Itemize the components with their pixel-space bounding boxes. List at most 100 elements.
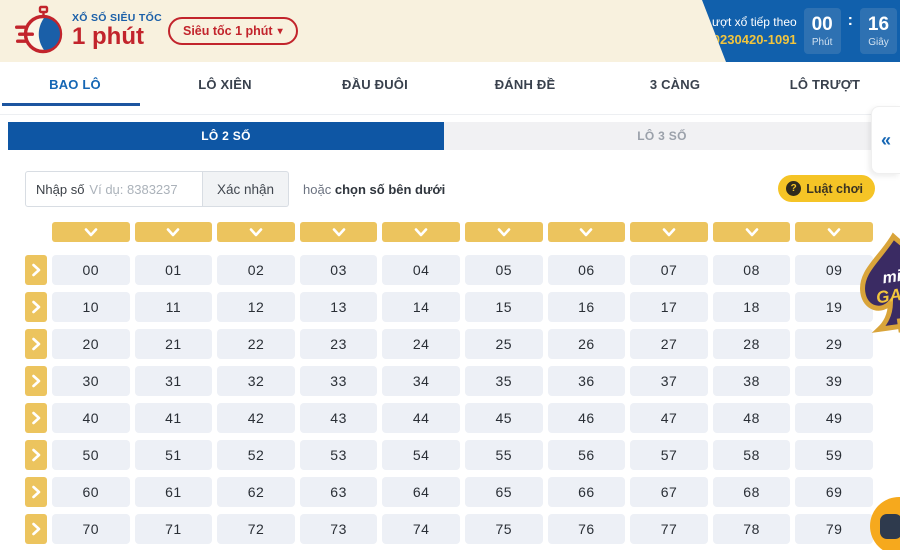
number-cell[interactable]: 61 [135, 477, 213, 507]
column-select-button[interactable] [300, 222, 378, 242]
column-select-button[interactable] [217, 222, 295, 242]
confirm-button[interactable]: Xác nhận [203, 171, 289, 207]
sub-tab[interactable]: LÔ 2 SỐ [8, 122, 444, 150]
number-cell[interactable]: 40 [52, 403, 130, 433]
number-cell[interactable]: 65 [465, 477, 543, 507]
number-cell[interactable]: 73 [300, 514, 378, 544]
minigame-badge[interactable]: mini GAME [848, 230, 900, 338]
number-cell[interactable]: 21 [135, 329, 213, 359]
number-cell[interactable]: 59 [795, 440, 873, 470]
number-cell[interactable]: 77 [630, 514, 708, 544]
number-cell[interactable]: 15 [465, 292, 543, 322]
column-select-button[interactable] [548, 222, 626, 242]
sub-tab[interactable]: LÔ 3 SỐ [444, 122, 880, 150]
number-cell[interactable]: 05 [465, 255, 543, 285]
number-cell[interactable]: 12 [217, 292, 295, 322]
support-chat-button[interactable] [870, 497, 900, 550]
number-cell[interactable]: 18 [713, 292, 791, 322]
number-cell[interactable]: 22 [217, 329, 295, 359]
number-cell[interactable]: 49 [795, 403, 873, 433]
number-cell[interactable]: 56 [548, 440, 626, 470]
number-cell[interactable]: 08 [713, 255, 791, 285]
number-cell[interactable]: 48 [713, 403, 791, 433]
number-cell[interactable]: 71 [135, 514, 213, 544]
number-cell[interactable]: 20 [52, 329, 130, 359]
number-cell[interactable]: 76 [548, 514, 626, 544]
number-cell[interactable]: 67 [630, 477, 708, 507]
row-select-button[interactable] [25, 329, 47, 359]
number-cell[interactable]: 30 [52, 366, 130, 396]
number-cell[interactable]: 54 [382, 440, 460, 470]
row-select-button[interactable] [25, 366, 47, 396]
number-cell[interactable]: 68 [713, 477, 791, 507]
number-cell[interactable]: 50 [52, 440, 130, 470]
number-cell[interactable]: 42 [217, 403, 295, 433]
number-cell[interactable]: 58 [713, 440, 791, 470]
number-cell[interactable]: 45 [465, 403, 543, 433]
collapse-panel-button[interactable]: « [871, 106, 900, 174]
number-input[interactable]: Nhập số Ví dụ: 8383237 [25, 171, 203, 207]
number-cell[interactable]: 16 [548, 292, 626, 322]
number-cell[interactable]: 41 [135, 403, 213, 433]
number-cell[interactable]: 55 [465, 440, 543, 470]
column-select-button[interactable] [52, 222, 130, 242]
number-cell[interactable]: 33 [300, 366, 378, 396]
main-tab[interactable]: LÔ TRƯỢT [750, 62, 900, 106]
number-cell[interactable]: 72 [217, 514, 295, 544]
rules-button[interactable]: ? Luật chơi [778, 175, 875, 202]
number-cell[interactable]: 69 [795, 477, 873, 507]
number-cell[interactable]: 14 [382, 292, 460, 322]
number-cell[interactable]: 11 [135, 292, 213, 322]
row-select-button[interactable] [25, 292, 47, 322]
number-cell[interactable]: 38 [713, 366, 791, 396]
number-cell[interactable]: 27 [630, 329, 708, 359]
number-cell[interactable]: 74 [382, 514, 460, 544]
number-cell[interactable]: 35 [465, 366, 543, 396]
column-select-button[interactable] [630, 222, 708, 242]
number-cell[interactable]: 60 [52, 477, 130, 507]
number-cell[interactable]: 39 [795, 366, 873, 396]
number-cell[interactable]: 17 [630, 292, 708, 322]
number-cell[interactable]: 66 [548, 477, 626, 507]
number-cell[interactable]: 03 [300, 255, 378, 285]
main-tab[interactable]: 3 CÀNG [600, 62, 750, 106]
number-cell[interactable]: 36 [548, 366, 626, 396]
number-cell[interactable]: 32 [217, 366, 295, 396]
number-cell[interactable]: 79 [795, 514, 873, 544]
number-cell[interactable]: 26 [548, 329, 626, 359]
number-cell[interactable]: 43 [300, 403, 378, 433]
number-cell[interactable]: 31 [135, 366, 213, 396]
number-cell[interactable]: 06 [548, 255, 626, 285]
main-tab[interactable]: ĐÁNH ĐỀ [450, 62, 600, 106]
number-cell[interactable]: 46 [548, 403, 626, 433]
number-cell[interactable]: 53 [300, 440, 378, 470]
number-cell[interactable]: 63 [300, 477, 378, 507]
number-cell[interactable]: 62 [217, 477, 295, 507]
number-cell[interactable]: 00 [52, 255, 130, 285]
speed-select-dropdown[interactable]: Siêu tốc 1 phút ▾ [168, 17, 298, 45]
main-tab[interactable]: ĐẦU ĐUÔI [300, 62, 450, 106]
number-cell[interactable]: 02 [217, 255, 295, 285]
column-select-button[interactable] [713, 222, 791, 242]
row-select-button[interactable] [25, 514, 47, 544]
number-cell[interactable]: 23 [300, 329, 378, 359]
number-cell[interactable]: 75 [465, 514, 543, 544]
number-cell[interactable]: 47 [630, 403, 708, 433]
number-cell[interactable]: 24 [382, 329, 460, 359]
row-select-button[interactable] [25, 440, 47, 470]
column-select-button[interactable] [135, 222, 213, 242]
row-select-button[interactable] [25, 403, 47, 433]
column-select-button[interactable] [382, 222, 460, 242]
row-select-button[interactable] [25, 255, 47, 285]
main-tab[interactable]: BAO LÔ [0, 62, 150, 106]
number-cell[interactable]: 44 [382, 403, 460, 433]
number-cell[interactable]: 28 [713, 329, 791, 359]
main-tab[interactable]: LÔ XIÊN [150, 62, 300, 106]
number-cell[interactable]: 34 [382, 366, 460, 396]
number-cell[interactable]: 70 [52, 514, 130, 544]
number-cell[interactable]: 64 [382, 477, 460, 507]
row-select-button[interactable] [25, 477, 47, 507]
number-cell[interactable]: 57 [630, 440, 708, 470]
number-cell[interactable]: 01 [135, 255, 213, 285]
number-cell[interactable]: 10 [52, 292, 130, 322]
